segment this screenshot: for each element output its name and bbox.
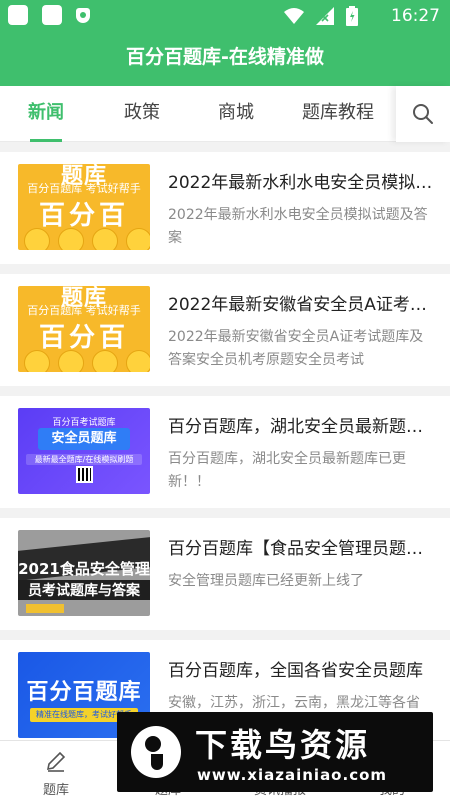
notification-icon [8, 5, 28, 25]
pencil-icon [46, 751, 66, 772]
article-summary: 2022年最新水利水电安全员模拟试题及答案 [168, 207, 428, 246]
bird-logo-icon [131, 726, 181, 778]
article-item[interactable]: 百分百考试题库 安全员题库 最新最全题库/在线模拟刷题 百分百题库，湖北安全员最… [0, 396, 450, 508]
article-summary: 2022年最新安徽省安全员A证考试题库及答案安全员机考原题安全员考试 [168, 329, 424, 368]
nav-label: 题库 [42, 783, 69, 798]
thumbnail-text: 员考试题库与答案 [18, 580, 150, 600]
thumbnail-text: 安全员题库 [38, 428, 130, 450]
article-thumbnail: 2021食品安全管理 员考试题库与答案 [18, 530, 150, 616]
article-title: 百分百题库【食品安全管理员题库】 [168, 539, 436, 559]
thumbnail-text: 百分百题库 考试好帮手 [27, 304, 141, 317]
search-button[interactable] [396, 86, 450, 142]
signal-icon [316, 7, 334, 25]
article-thumbnail: 百分百考试题库 安全员题库 最新最全题库/在线模拟刷题 [18, 408, 150, 494]
battery-icon [346, 6, 358, 26]
search-icon [413, 104, 433, 124]
article-item[interactable]: 题库 百分百题库 考试好帮手 百分百 2022年最新安徽省安全员A证考试题库 2… [0, 274, 450, 386]
watermark-url: www.xiazainiao.com [197, 766, 388, 784]
thumbnail-text: 百分百 [38, 323, 129, 353]
nav-question-bank[interactable]: 题库 [0, 741, 112, 800]
tab-bar: 新闻 政策 商城 题库教程 [0, 86, 450, 142]
article-title: 百分百题库，湖北安全员最新题库已更新 [168, 417, 436, 437]
status-bar: 16:27 [0, 0, 450, 32]
tab-policy[interactable]: 政策 [124, 86, 160, 142]
thumbnail-text: 百分百 [38, 201, 129, 231]
qr-code-icon [76, 466, 93, 483]
article-title: 2022年最新安徽省安全员A证考试题库 [168, 295, 436, 315]
article-summary: 百分百题库，湖北安全员最新题库已更新！！ [168, 451, 406, 490]
watermark-title: 下载鸟资源 [195, 726, 371, 764]
article-summary: 安全管理员题库已经更新上线了 [168, 573, 364, 589]
wifi-icon [284, 8, 304, 24]
clock: 16:27 [391, 6, 440, 26]
thumbnail-text: 2021食品安全管理 [18, 560, 150, 578]
tab-news[interactable]: 新闻 [28, 86, 64, 142]
thumbnail-text: 百分百题库 [26, 680, 142, 705]
notification-icon [42, 5, 62, 25]
article-item[interactable]: 题库 百分百题库 考试好帮手 百分百 2022年最新水利水电安全员模拟试题及答案… [0, 152, 450, 264]
watermark: 下载鸟资源 www.xiazainiao.com [117, 712, 433, 792]
article-item[interactable]: 2021食品安全管理 员考试题库与答案 百分百题库【食品安全管理员题库】 安全管… [0, 518, 450, 630]
thumbnail-text: 百分百考试题库 [52, 418, 116, 428]
article-title: 2022年最新水利水电安全员模拟试题及答案 [168, 173, 436, 193]
article-thumbnail: 题库 百分百题库 考试好帮手 百分百 [18, 164, 150, 250]
thumbnail-text: 最新最全题库/在线模拟刷题 [26, 454, 142, 465]
tab-tutorial[interactable]: 题库教程 [302, 86, 374, 142]
page-title: 百分百题库-在线精准做 [0, 32, 450, 86]
thumbnail-text: 百分百题库 考试好帮手 [27, 182, 141, 195]
shield-icon [76, 8, 90, 23]
tab-mall[interactable]: 商城 [218, 86, 254, 142]
article-thumbnail: 题库 百分百题库 考试好帮手 百分百 [18, 286, 150, 372]
article-title: 百分百题库，全国各省安全员题库 [168, 661, 423, 681]
